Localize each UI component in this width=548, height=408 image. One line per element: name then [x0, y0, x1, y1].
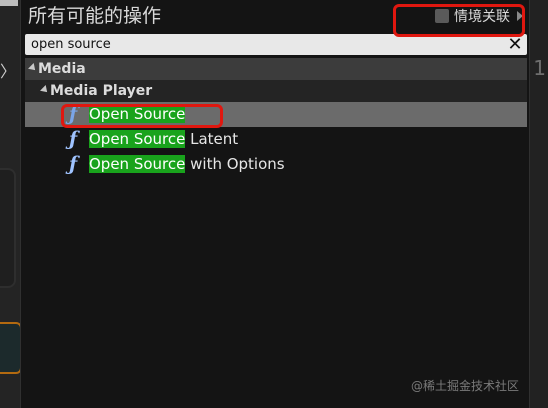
search-box: ✕ — [25, 34, 527, 55]
action-menu-title: 所有可能的操作 — [28, 5, 162, 27]
search-input[interactable] — [25, 34, 495, 55]
graph-node-selected — [0, 322, 22, 374]
expand-arrow-icon[interactable] — [517, 11, 523, 21]
action-item-open-source[interactable]: ƒ Open Source — [25, 102, 527, 127]
action-item-open-source-with-options[interactable]: ƒ Open Source with Options — [25, 152, 527, 177]
expanded-arrow-icon[interactable] — [28, 63, 38, 73]
action-menu-header: 所有可能的操作 情境关联 — [21, 0, 529, 32]
context-sensitive-checkbox[interactable] — [435, 9, 449, 23]
function-icon: ƒ — [69, 153, 78, 175]
subcategory-label: Media Player — [50, 83, 153, 99]
context-sensitive-label: 情境关联 — [454, 9, 510, 25]
expanded-arrow-icon[interactable] — [40, 85, 50, 95]
graph-background-label: 1 — [533, 56, 546, 80]
editor-stage: 〉 1 所有可能的操作 情境关联 ✕ Media Media Player — [0, 0, 548, 408]
action-item-label: Open Source Latent — [89, 127, 238, 152]
function-icon: ƒ — [69, 103, 78, 125]
panel-collapse-arrow-icon[interactable]: 〉 — [0, 60, 16, 84]
category-row-media[interactable]: Media — [25, 58, 527, 80]
search-match-highlight: Open Source — [89, 105, 186, 123]
action-item-suffix: with Options — [185, 155, 285, 173]
category-label: Media — [38, 61, 86, 77]
clear-search-icon[interactable]: ✕ — [507, 34, 523, 55]
search-match-highlight: Open Source — [89, 130, 186, 148]
context-sensitive-toggle[interactable]: 情境关联 — [435, 6, 523, 26]
watermark: @稀土掘金技术社区 — [410, 379, 519, 393]
category-row-media-player[interactable]: Media Player — [25, 80, 527, 102]
function-icon: ƒ — [69, 128, 78, 150]
action-item-label: Open Source — [89, 102, 186, 127]
action-item-open-source-latent[interactable]: ƒ Open Source Latent — [25, 127, 527, 152]
search-match-highlight: Open Source — [89, 155, 186, 173]
graph-node-tag — [0, 0, 18, 6]
graph-node — [0, 168, 16, 288]
action-menu-popup: 所有可能的操作 情境关联 ✕ Media Media Player ƒ Ope — [20, 0, 530, 408]
action-item-suffix: Latent — [185, 130, 239, 148]
action-item-label: Open Source with Options — [89, 152, 285, 177]
